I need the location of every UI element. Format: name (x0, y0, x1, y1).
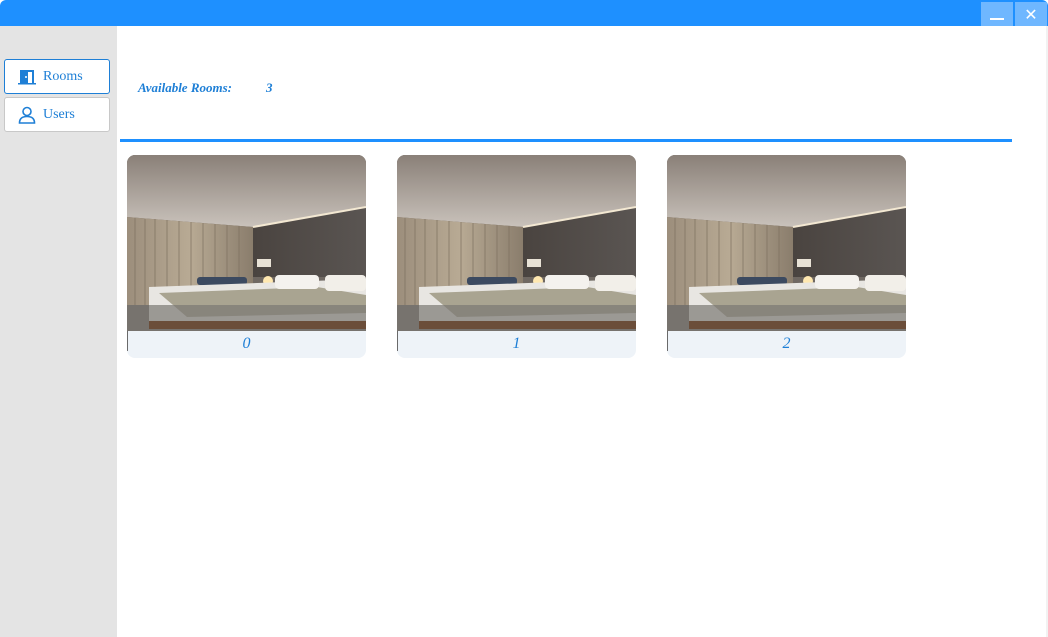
header-divider (120, 139, 1012, 142)
room-number: 0 (242, 335, 251, 352)
hotel-room-photo (397, 155, 636, 331)
sidebar: Rooms Users (0, 26, 117, 637)
available-rooms-count: 3 (266, 80, 273, 95)
title-bar[interactable]: ✕ (0, 0, 1048, 26)
sidebar-item-label: Users (43, 106, 75, 122)
user-icon (17, 105, 37, 125)
room-card[interactable]: 2 (667, 155, 906, 358)
room-card[interactable]: 1 (397, 155, 636, 358)
sidebar-item-label: Rooms (43, 68, 83, 84)
minimize-icon (990, 18, 1004, 20)
app-window: ✕ Rooms Users Available Rooms: 3 0 1 2 (0, 0, 1048, 637)
room-card[interactable]: 0 (127, 155, 366, 358)
sidebar-item-users[interactable]: Users (4, 97, 110, 132)
hotel-room-photo (127, 155, 366, 331)
available-rooms-label: Available Rooms: (138, 80, 233, 95)
close-icon: ✕ (1024, 4, 1038, 24)
room-number: 2 (782, 335, 791, 352)
close-button[interactable]: ✕ (1015, 2, 1047, 26)
minimize-button[interactable] (981, 2, 1013, 26)
hotel-room-photo (667, 155, 906, 331)
door-icon (17, 67, 37, 87)
sidebar-item-rooms[interactable]: Rooms (4, 59, 110, 94)
room-number: 1 (512, 335, 521, 352)
